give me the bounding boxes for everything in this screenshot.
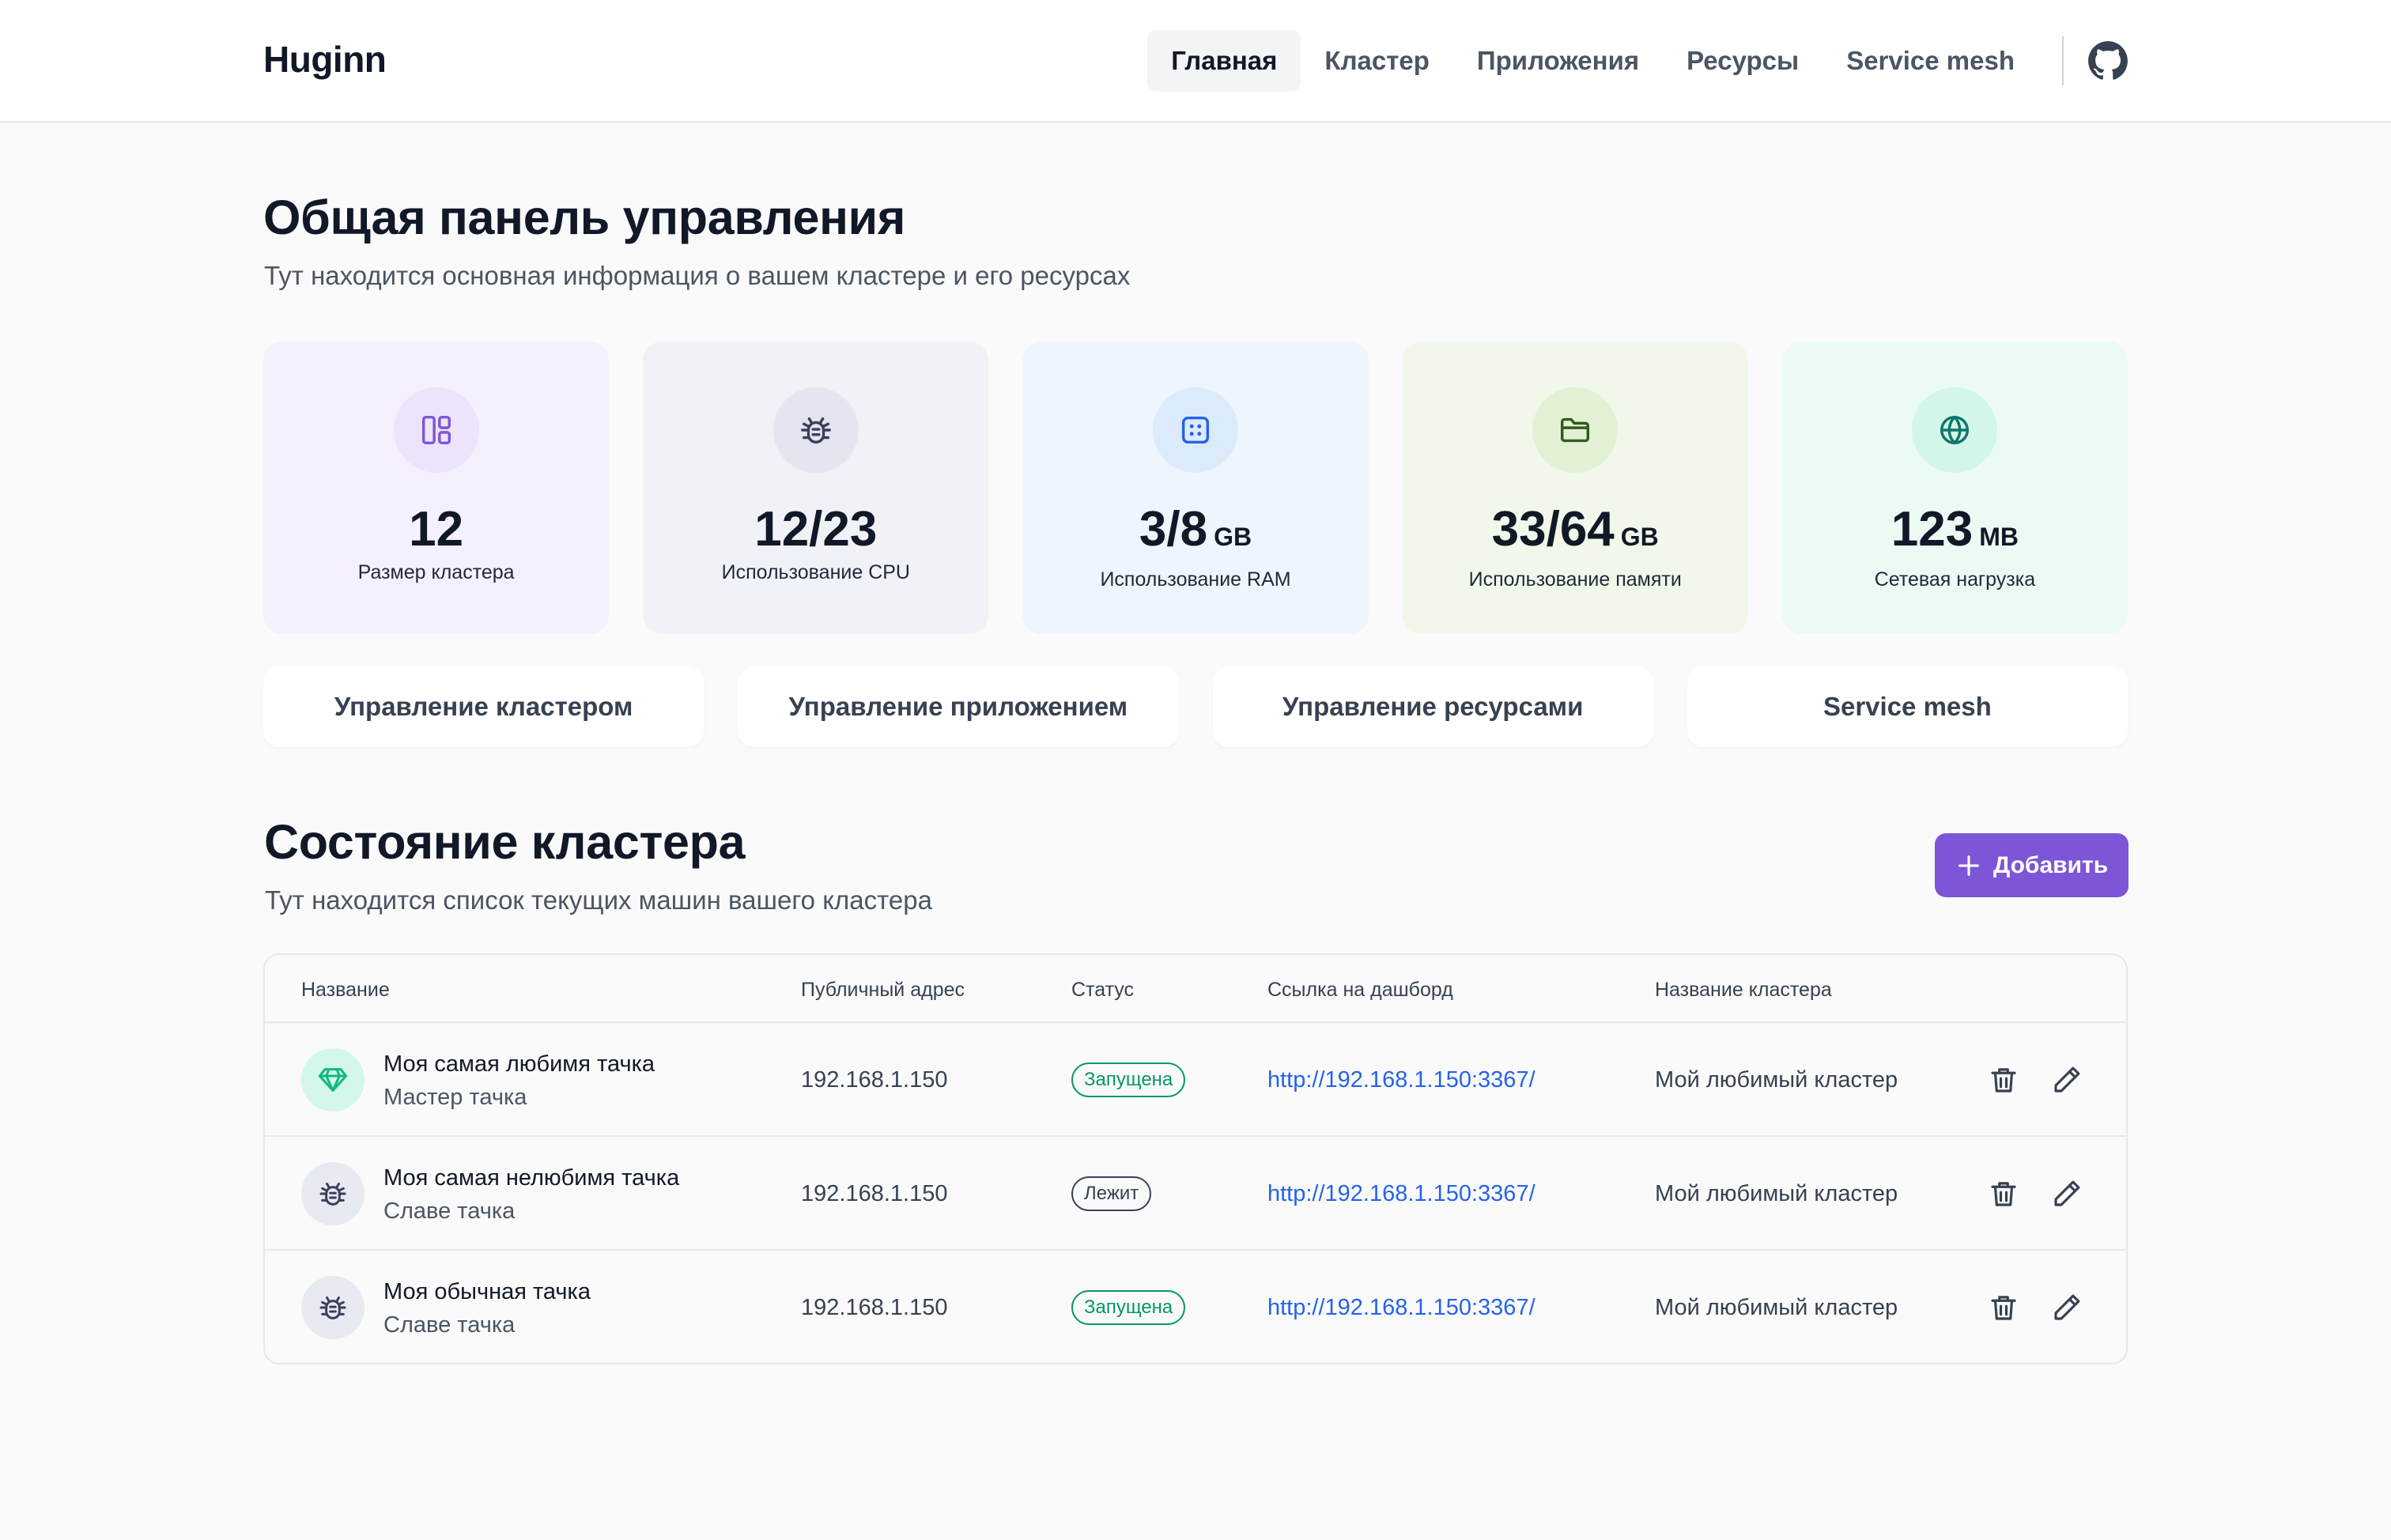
nav-item-cluster[interactable]: Кластер bbox=[1301, 30, 1452, 92]
app-logo[interactable]: Huginn bbox=[263, 38, 387, 81]
column-header-address: Публичный адрес bbox=[801, 979, 965, 1001]
cluster-section-title: Состояние кластера bbox=[264, 815, 746, 869]
machine-name: Моя самая любимя тачка bbox=[383, 1051, 655, 1077]
globe-icon bbox=[1912, 387, 1998, 473]
pencil-icon[interactable] bbox=[2050, 1291, 2083, 1324]
layout-icon bbox=[393, 387, 479, 473]
machine-name: Моя самая нелюбимя тачка bbox=[383, 1165, 680, 1191]
column-header-cluster: Название кластера bbox=[1655, 979, 1832, 1001]
dashboard-link[interactable]: http://192.168.1.150:3367/ bbox=[1267, 1067, 1535, 1093]
trash-icon[interactable] bbox=[1987, 1063, 2020, 1096]
stat-label: Использование RAM bbox=[1100, 568, 1291, 591]
manage-resources-button[interactable]: Управление ресурсами bbox=[1212, 666, 1653, 747]
stat-value: 123 MB bbox=[1891, 502, 2019, 557]
stat-card-cpu: 12/23 Использование CPU bbox=[643, 342, 989, 634]
stat-value: 33/64 GB bbox=[1491, 502, 1659, 557]
nav-divider bbox=[2062, 36, 2064, 85]
nav-item-home[interactable]: Главная bbox=[1147, 30, 1301, 92]
quick-actions: Управление кластером Управление приложен… bbox=[263, 666, 2128, 747]
machine-ip: 192.168.1.150 bbox=[801, 1181, 948, 1206]
table-row[interactable]: Моя обычная тачка Славе тачка 192.168.1.… bbox=[265, 1251, 2126, 1363]
service-mesh-button[interactable]: Service mesh bbox=[1687, 666, 2128, 747]
nav-item-apps[interactable]: Приложения bbox=[1453, 30, 1663, 92]
table-row[interactable]: Моя самая любимя тачка Мастер тачка 192.… bbox=[265, 1023, 2126, 1137]
nav-item-resources[interactable]: Ресурсы bbox=[1663, 30, 1823, 92]
column-header-dashboard: Ссылка на дашборд bbox=[1267, 979, 1453, 1001]
page-title: Общая панель управления bbox=[263, 191, 906, 244]
table-row[interactable]: Моя самая нелюбимя тачка Славе тачка 192… bbox=[265, 1137, 2126, 1251]
machine-role: Мастер тачка bbox=[383, 1085, 527, 1110]
cluster-name: Мой любимый кластер bbox=[1655, 1181, 1898, 1206]
github-icon[interactable] bbox=[2087, 40, 2128, 81]
chip-icon bbox=[1153, 387, 1238, 473]
trash-icon[interactable] bbox=[1987, 1291, 2020, 1324]
column-header-status: Статус bbox=[1071, 979, 1135, 1001]
bug-icon bbox=[301, 1162, 365, 1225]
stat-card-storage: 33/64 GB Использование памяти bbox=[1402, 342, 1748, 634]
status-badge: Лежит bbox=[1071, 1176, 1152, 1211]
dashboard-link[interactable]: http://192.168.1.150:3367/ bbox=[1267, 1295, 1535, 1321]
nav-item-service-mesh[interactable]: Service mesh bbox=[1823, 30, 2038, 92]
top-navbar: Huginn Главная Кластер Приложения Ресурс… bbox=[0, 0, 2391, 123]
status-badge: Запущена bbox=[1071, 1063, 1186, 1097]
main-nav: Главная Кластер Приложения Ресурсы Servi… bbox=[1147, 29, 2128, 92]
trash-icon[interactable] bbox=[1987, 1177, 2020, 1210]
pencil-icon[interactable] bbox=[2050, 1063, 2083, 1096]
page-subtitle: Тут находится основная информация о ваше… bbox=[264, 261, 1131, 290]
machines-table: Название Публичный адрес Статус Ссылка н… bbox=[263, 953, 2128, 1364]
dashboard-link[interactable]: http://192.168.1.150:3367/ bbox=[1267, 1181, 1535, 1207]
machine-ip: 192.168.1.150 bbox=[801, 1067, 948, 1093]
diamond-icon bbox=[301, 1048, 365, 1112]
cluster-name: Мой любимый кластер bbox=[1655, 1067, 1898, 1093]
table-header: Название Публичный адрес Статус Ссылка н… bbox=[265, 955, 2126, 1023]
machine-name: Моя обычная тачка bbox=[383, 1279, 591, 1304]
stats-cards: 12 Размер кластера 12/23 Использование C… bbox=[263, 342, 2128, 634]
column-header-name: Название bbox=[301, 979, 390, 1001]
stat-value: 12 bbox=[409, 502, 464, 557]
cluster-name: Мой любимый кластер bbox=[1655, 1295, 1898, 1320]
folder-icon bbox=[1532, 387, 1619, 473]
stat-card-network: 123 MB Сетевая нагрузка bbox=[1781, 342, 2128, 634]
stat-label: Использование CPU bbox=[721, 561, 910, 583]
add-machine-label: Добавить bbox=[1992, 851, 2109, 878]
stat-value: 12/23 bbox=[754, 502, 878, 557]
manage-app-button[interactable]: Управление приложением bbox=[738, 666, 1179, 747]
manage-cluster-button[interactable]: Управление кластером bbox=[263, 666, 704, 747]
stat-label: Сетевая нагрузка bbox=[1874, 568, 2036, 591]
stat-label: Размер кластера bbox=[357, 561, 515, 583]
bug-icon bbox=[301, 1276, 365, 1339]
pencil-icon[interactable] bbox=[2050, 1177, 2083, 1210]
stat-card-cluster-size: 12 Размер кластера bbox=[263, 342, 610, 634]
add-machine-button[interactable]: Добавить bbox=[1935, 833, 2128, 897]
status-badge: Запущена bbox=[1071, 1290, 1186, 1325]
machine-role: Славе тачка bbox=[383, 1312, 516, 1338]
stat-label: Использование памяти bbox=[1468, 568, 1682, 591]
cluster-section-subtitle: Тут находится список текущих машин вашег… bbox=[265, 885, 932, 915]
bug-icon bbox=[772, 387, 859, 473]
plus-icon bbox=[1958, 855, 1979, 876]
machine-role: Славе тачка bbox=[383, 1198, 516, 1224]
stat-card-ram: 3/8 GB Использование RAM bbox=[1022, 342, 1369, 634]
stat-value: 3/8 GB bbox=[1139, 502, 1252, 557]
machine-ip: 192.168.1.150 bbox=[801, 1295, 948, 1320]
